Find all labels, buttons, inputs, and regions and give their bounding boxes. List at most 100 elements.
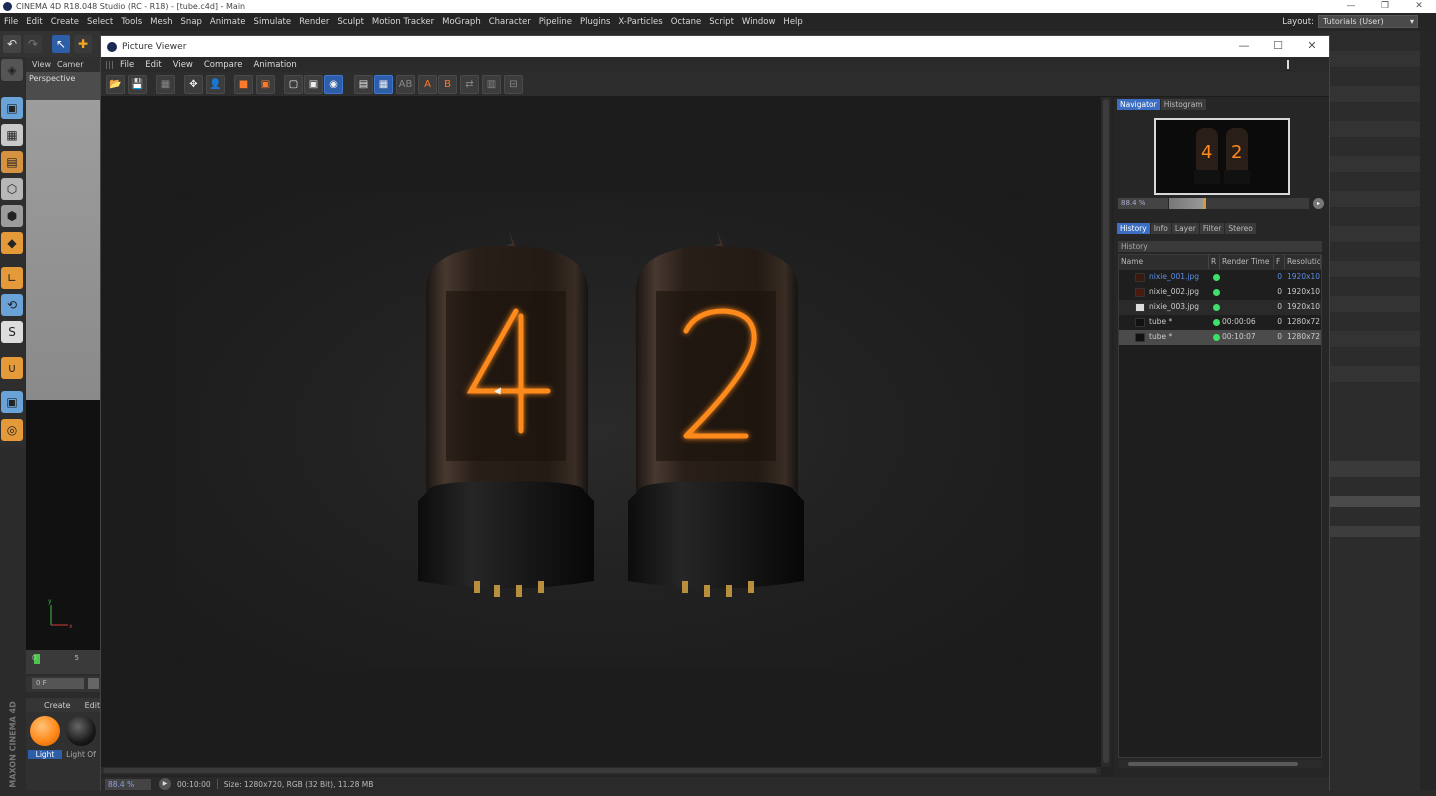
points-mode-icon[interactable]: ▣ [1,97,23,119]
menu-pipeline[interactable]: Pipeline [535,17,576,27]
menu-window[interactable]: Window [738,17,780,27]
table-row-selected[interactable]: tube * 00:10:07 0 1280x72 [1119,330,1321,345]
col-render-time[interactable]: Render Time [1222,255,1274,269]
menu-file[interactable]: File [0,17,22,27]
navigator-zoom-field[interactable]: 88.4 % [1118,198,1168,209]
menu-mesh[interactable]: Mesh [146,17,176,27]
menu-script[interactable]: Script [705,17,738,27]
open-image-icon[interactable]: 📂 [106,75,125,94]
history-horizontal-scrollbar[interactable] [1118,760,1322,768]
swap-icon[interactable]: ⇄ [460,75,479,94]
tweak-icon[interactable]: ⟲ [1,294,23,316]
edges-mode-icon[interactable]: ▤ [1,151,23,173]
tab-filter[interactable]: Filter [1199,223,1225,234]
grid-view-icon[interactable]: ▦ [374,75,393,94]
picture-viewer-titlebar[interactable]: Picture Viewer — ☐ ✕ [101,36,1329,57]
render-again-icon[interactable]: ▣ [256,75,275,94]
play-icon[interactable]: ▶ [159,778,171,790]
menu-character[interactable]: Character [485,17,535,27]
pv-menu-compare[interactable]: Compare [204,60,243,70]
panel-splitter[interactable] [1287,60,1289,69]
viewport-menu-view[interactable]: View [32,60,51,69]
tab-info[interactable]: Info [1150,223,1171,234]
menu-octane[interactable]: Octane [667,17,706,27]
pv-menu-view[interactable]: View [173,60,193,70]
save-image-icon[interactable]: 💾 [128,75,147,94]
col-r[interactable]: R [1211,255,1220,269]
copy-icon[interactable]: ▦ [156,75,175,94]
snap-icon[interactable]: S [1,321,23,343]
undo-icon[interactable]: ↶ [3,35,21,53]
material-light[interactable]: Light [28,716,62,760]
col-resolution[interactable]: Resolutio [1287,255,1321,269]
object-mode-icon[interactable]: ⬢ [1,205,23,227]
material-menu-edit[interactable]: Edit [85,701,101,710]
col-name[interactable]: Name [1121,255,1209,269]
viewport-menu-camera[interactable]: Camer [57,60,84,69]
render-region-edit-icon[interactable]: ▣ [304,75,323,94]
table-row[interactable]: nixie_002.jpg 0 1920x10 [1119,285,1321,300]
magnet-icon[interactable]: ∪ [1,357,23,379]
lock-icon[interactable]: ▣ [1,391,23,413]
col-f[interactable]: F [1276,255,1285,269]
select-tool-icon[interactable]: ↖ [52,35,70,53]
minimize-icon[interactable]: — [1334,0,1368,13]
canvas-vertical-scrollbar[interactable] [1101,97,1111,767]
menu-edit[interactable]: Edit [22,17,46,27]
menu-mograph[interactable]: MoGraph [438,17,485,27]
table-row[interactable]: tube * 00:00:06 0 1280x72 [1119,315,1321,330]
menu-select[interactable]: Select [83,17,117,27]
pv-menu-animation[interactable]: Animation [253,60,296,70]
navigator-thumbnail[interactable]: 4 2 [1154,118,1290,195]
table-row[interactable]: nixie_003.jpg 0 1920x10 [1119,300,1321,315]
tab-layer[interactable]: Layer [1171,223,1199,234]
pv-close-icon[interactable]: ✕ [1295,36,1329,57]
menu-simulate[interactable]: Simulate [250,17,296,27]
navigator-zoom-slider[interactable] [1169,198,1309,209]
frame-step-button[interactable] [88,678,99,689]
model-mode-icon[interactable]: ◈ [1,59,23,81]
move-tool-icon[interactable]: ✚ [74,35,92,53]
status-zoom-field[interactable]: 88.4 % [105,778,151,790]
render-region-icon[interactable]: ▢ [284,75,303,94]
redo-icon[interactable]: ↷ [24,35,42,53]
timeline[interactable]: 05 [26,650,100,674]
current-frame-field[interactable]: 0 F [32,678,84,689]
planar-icon[interactable]: ◎ [1,419,23,441]
pv-minimize-icon[interactable]: — [1227,36,1261,57]
navigator-play-icon[interactable]: ▸ [1313,198,1324,209]
pv-menu-file[interactable]: File [120,60,134,70]
menu-animate[interactable]: Animate [206,17,250,27]
ab-icon[interactable]: AB [396,75,415,94]
pv-menu-edit[interactable]: Edit [145,60,161,70]
texture-mode-icon[interactable]: ▦ [1,124,23,146]
navigator-zoom-knob[interactable] [1203,198,1206,209]
tab-history[interactable]: History [1117,223,1150,234]
tab-histogram[interactable]: Histogram [1160,99,1206,110]
render-pixel-icon[interactable]: ◉ [324,75,343,94]
table-row[interactable]: nixie_001.jpg 0 1920x10 [1119,270,1321,285]
compare-split-icon[interactable]: ▥ [482,75,501,94]
set-a-icon[interactable]: A [418,75,437,94]
pv-maximize-icon[interactable]: ☐ [1261,36,1295,57]
material-light-off[interactable]: Light Of [64,716,98,760]
menu-plugins[interactable]: Plugins [576,17,614,27]
image-canvas[interactable] [101,97,1101,767]
tab-stereo[interactable]: Stereo [1225,223,1256,234]
menu-create[interactable]: Create [47,17,83,27]
material-menu-create[interactable]: Create [44,701,71,710]
menu-help[interactable]: Help [779,17,806,27]
layout-dropdown[interactable]: Tutorials (User) [1318,15,1418,28]
menu-render[interactable]: Render [295,17,333,27]
close-icon[interactable]: ✕ [1402,0,1436,13]
axis-icon[interactable]: ∟ [1,267,23,289]
fit-view-icon[interactable]: ▤ [354,75,373,94]
ab-compare-icon[interactable]: 👤 [206,75,225,94]
menu-sculpt[interactable]: Sculpt [333,17,368,27]
menu-snap[interactable]: Snap [177,17,206,27]
tab-navigator[interactable]: Navigator [1117,99,1160,110]
polygons-mode-icon[interactable]: ⬡ [1,178,23,200]
menu-x-particles[interactable]: X-Particles [614,17,666,27]
workplane-icon[interactable]: ◆ [1,232,23,254]
canvas-horizontal-scrollbar[interactable] [101,767,1101,775]
